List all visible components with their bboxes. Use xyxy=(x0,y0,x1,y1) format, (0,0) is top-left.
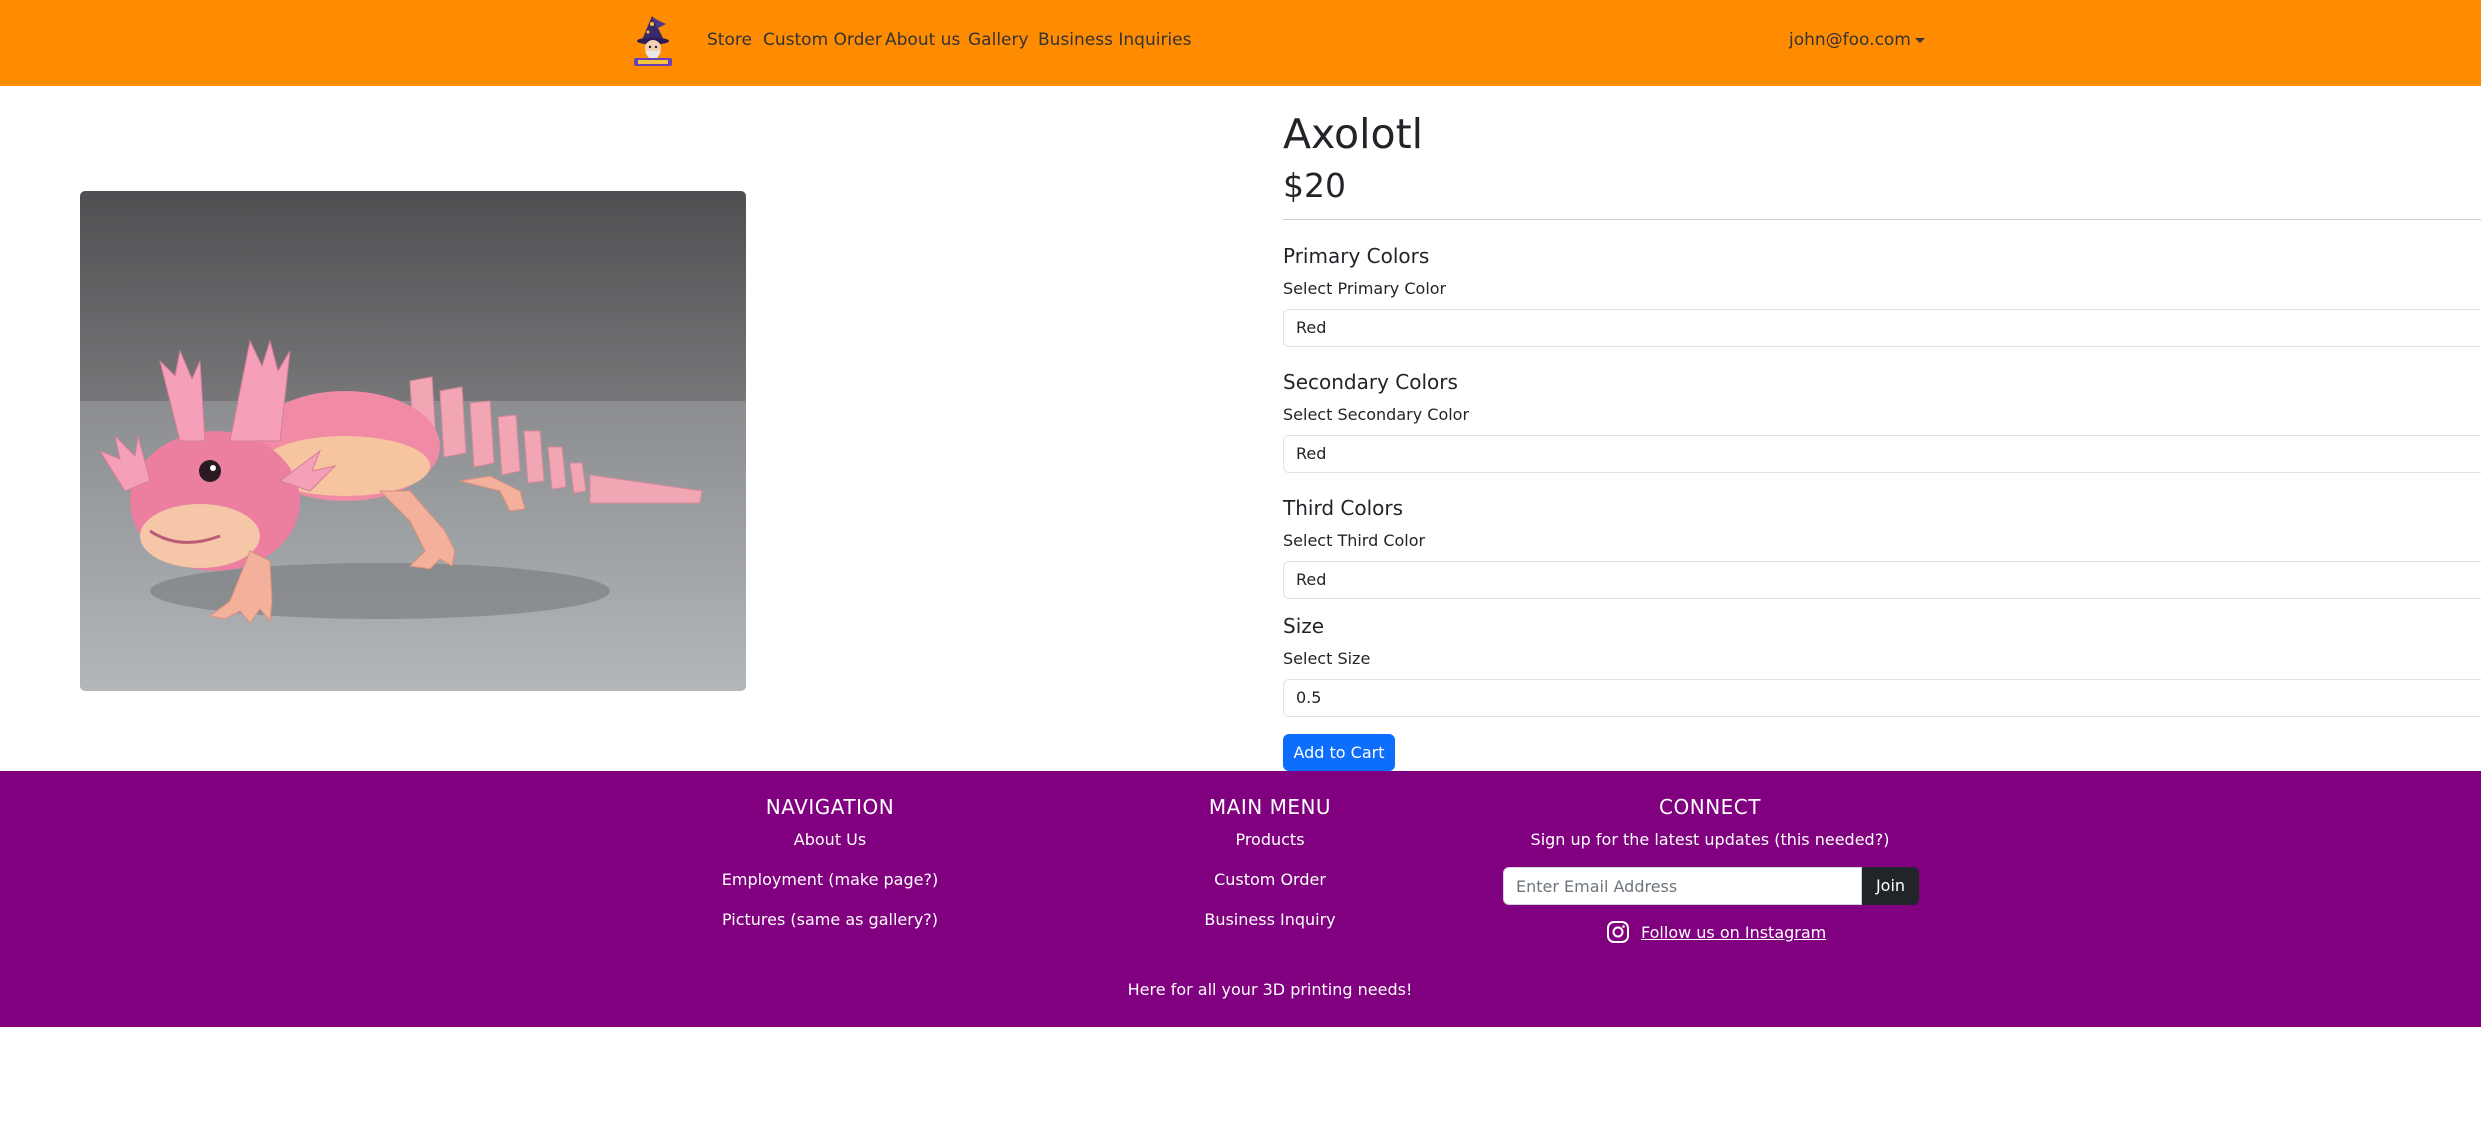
footer-connect-heading: CONNECT xyxy=(1659,795,1761,819)
secondary-colors-heading: Secondary Colors xyxy=(1283,370,1458,394)
size-label: Select Size xyxy=(1283,649,1371,668)
size-select[interactable]: 0.5 xyxy=(1283,679,2481,717)
primary-color-value: Red xyxy=(1296,318,1327,337)
footer-link-custom-order[interactable]: Custom Order xyxy=(1214,869,1326,891)
nav-store[interactable]: Store xyxy=(707,30,752,50)
footer-link-employment[interactable]: Employment (make page?) xyxy=(722,869,938,891)
third-color-value: Red xyxy=(1296,570,1327,589)
nav-custom-order[interactable]: Custom Order xyxy=(763,30,882,50)
product-image xyxy=(80,191,746,691)
primary-colors-heading: Primary Colors xyxy=(1283,244,1430,268)
caret-down-icon xyxy=(1914,37,1925,43)
footer-link-products[interactable]: Products xyxy=(1235,829,1304,851)
footer-main-menu-heading: MAIN MENU xyxy=(1208,795,1332,819)
join-button[interactable]: Join xyxy=(1862,867,1919,905)
primary-color-label: Select Primary Color xyxy=(1283,279,1447,298)
user-email: john@foo.com xyxy=(1789,30,1911,50)
title-divider xyxy=(1283,219,2481,220)
footer-navigation-heading: NAVIGATION xyxy=(765,795,895,819)
nav-gallery[interactable]: Gallery xyxy=(968,30,1029,50)
email-input[interactable]: Enter Email Address xyxy=(1503,867,1862,905)
nav-business-inquiries[interactable]: Business Inquiries xyxy=(1038,30,1191,50)
signup-text: Sign up for the latest updates (this nee… xyxy=(1530,830,1890,849)
secondary-color-select[interactable]: Red xyxy=(1283,435,2481,473)
user-menu-dropdown[interactable]: john@foo.com xyxy=(1789,30,1925,50)
footer-link-about-us[interactable]: About Us xyxy=(794,829,866,851)
third-color-label: Select Third Color xyxy=(1283,531,1426,550)
top-navbar: Store Custom Order About us Gallery Busi… xyxy=(0,0,2481,86)
primary-color-select[interactable]: Red xyxy=(1283,309,2481,347)
third-color-select[interactable]: Red xyxy=(1283,561,2481,599)
email-placeholder: Enter Email Address xyxy=(1516,877,1678,896)
secondary-color-value: Red xyxy=(1296,444,1327,463)
size-heading: Size xyxy=(1283,614,1325,638)
wizard-logo-icon[interactable] xyxy=(628,14,678,72)
site-footer: NAVIGATION About Us Employment (make pag… xyxy=(0,771,2481,1027)
instagram-icon[interactable] xyxy=(1606,920,1630,944)
nav-about-us[interactable]: About us xyxy=(885,30,960,50)
footer-link-business-inquiry[interactable]: Business Inquiry xyxy=(1204,909,1335,931)
product-price: $20 xyxy=(1283,166,1346,205)
secondary-color-label: Select Secondary Color xyxy=(1283,405,1470,424)
third-colors-heading: Third Colors xyxy=(1283,496,1404,520)
product-title: Axolotl xyxy=(1283,110,1424,158)
footer-tagline: Here for all your 3D printing needs! xyxy=(1127,980,1413,999)
instagram-link[interactable]: Follow us on Instagram xyxy=(1641,922,1826,944)
size-value: 0.5 xyxy=(1296,688,1322,707)
footer-link-pictures[interactable]: Pictures (same as gallery?) xyxy=(722,909,938,931)
add-to-cart-button[interactable]: Add to Cart xyxy=(1283,734,1395,771)
